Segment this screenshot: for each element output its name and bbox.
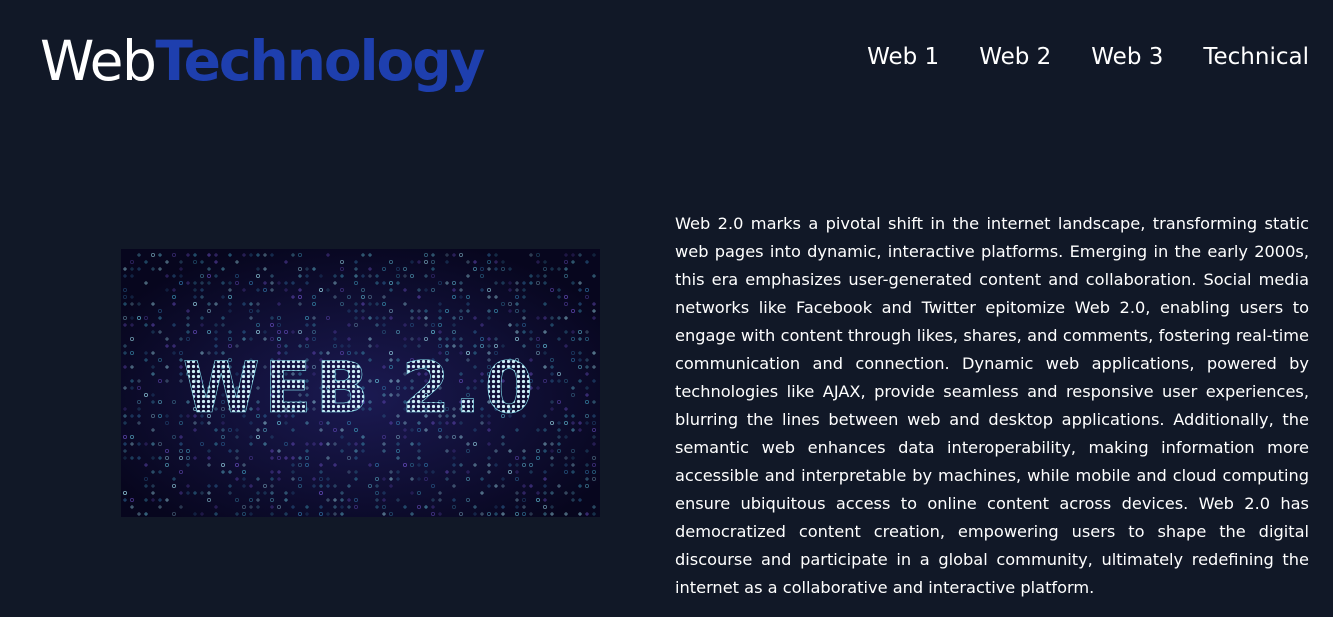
page: WebTechnology Web 1 Web 2 Web 3 Technica…	[0, 0, 1333, 617]
main-nav: Web 1 Web 2 Web 3 Technical	[867, 42, 1309, 72]
nav-link-web-3[interactable]: Web 3	[1091, 42, 1163, 72]
logo-web-text: Web	[40, 29, 157, 93]
description-paragraph: Web 2.0 marks a pivotal shift in the int…	[675, 214, 1309, 597]
nav-link-web-2[interactable]: Web 2	[979, 42, 1051, 72]
web-2-0-banner-image: WEB 2.0	[121, 249, 600, 517]
logo-technology-text: Technology	[155, 29, 485, 93]
nav-link-technical[interactable]: Technical	[1203, 42, 1309, 72]
banner-graphic: WEB 2.0	[121, 249, 600, 517]
site-logo[interactable]: WebTechnology	[40, 28, 486, 94]
banner-text: WEB 2.0	[183, 347, 538, 429]
nav-link-web-1[interactable]: Web 1	[867, 42, 939, 72]
